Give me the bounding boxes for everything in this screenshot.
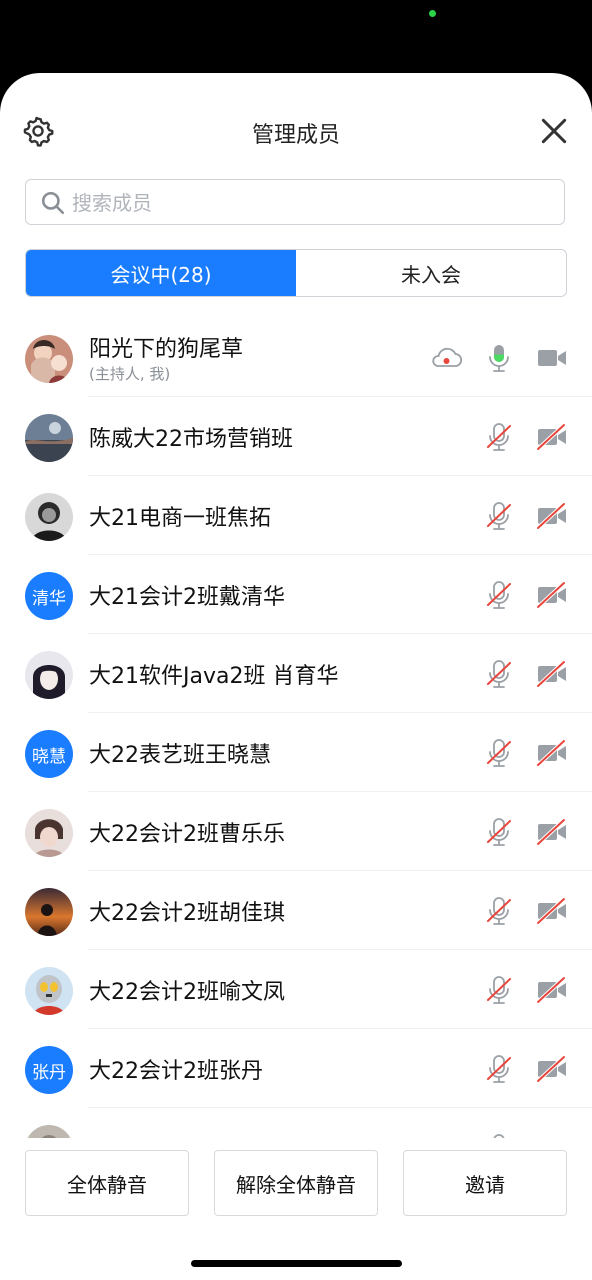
avatar [25,967,73,1015]
list-item[interactable]: 大22会计2班曹乐乐 [0,792,592,871]
cloud-recording-icon [432,347,463,367]
avatar [25,335,73,383]
mic-muted-icon[interactable] [483,579,515,611]
member-name: 大21会计2班戴清华 [89,585,285,610]
list-item[interactable]: 张丹 大22会计2班张丹 [0,1029,592,1108]
avatar [25,1125,73,1138]
avatar: 晓慧 [25,730,73,778]
list-item[interactable]: 清华 大21会计2班戴清华 [0,555,592,634]
member-name: 大22会计2班曹乐乐 [89,822,285,847]
avatar [25,809,73,857]
member-role: (主持人, 我) [89,365,171,383]
mute-all-button[interactable]: 全体静音 [25,1150,189,1216]
list-item[interactable]: 陈威大22市场营销班 [0,397,592,476]
manage-members-sheet: 管理成员 会议中(28) 未入会 阳光下的狗尾草 (主持人, 我) [0,73,592,1280]
mic-muted-icon[interactable] [483,895,515,927]
mic-muted-icon[interactable] [483,1053,515,1085]
search-box[interactable] [25,179,565,225]
list-item[interactable]: 阳光下的狗尾草 (主持人, 我) [0,318,592,397]
member-name: 大21电商一班焦拓 [89,506,271,531]
list-item[interactable]: 大21电商一班焦拓 [0,476,592,555]
list-item[interactable]: 大21软件Java2班 肖育华 [0,634,592,713]
avatar [25,651,73,699]
member-name: 大22会计2班喻文凤 [89,980,285,1005]
avatar [25,888,73,936]
mic-muted-icon[interactable] [483,816,515,848]
avatar [25,493,73,541]
list-item[interactable]: 晓慧 大22表艺班王晓慧 [0,713,592,792]
video-muted-icon[interactable] [536,737,568,769]
header: 管理成员 [0,73,592,188]
video-muted-icon[interactable] [536,1053,568,1085]
search-input[interactable] [70,186,554,220]
video-muted-icon[interactable] [536,895,568,927]
camera-indicator [429,10,436,17]
video-camera-icon[interactable] [536,342,568,374]
invite-button[interactable]: 邀请 [403,1150,567,1216]
member-list[interactable]: 阳光下的狗尾草 (主持人, 我) 陈威大22市场营销班 大21电商一班焦拓 清华… [0,318,592,1138]
member-name: 大22会计2班胡佳琪 [89,901,285,926]
member-name: 阳光下的狗尾草 [89,337,244,362]
member-name: 大21软件Java2班 肖育华 [89,664,339,689]
unmute-all-button[interactable]: 解除全体静音 [214,1150,378,1216]
mic-muted-icon[interactable] [483,974,515,1006]
video-muted-icon[interactable] [536,500,568,532]
video-muted-icon[interactable] [536,421,568,453]
mic-muted-icon[interactable] [483,500,515,532]
member-name: 陈威大22市场营销班 [89,427,293,452]
avatar: 张丹 [25,1046,73,1094]
home-indicator[interactable] [191,1260,402,1267]
mic-muted-icon[interactable] [483,421,515,453]
list-item[interactable]: 大22会计2班喻文凤 [0,950,592,1029]
page-title: 管理成员 [251,123,340,148]
tab-not-joined[interactable]: 未入会 [296,250,566,296]
video-muted-icon[interactable] [536,579,568,611]
avatar [25,414,73,462]
list-item[interactable]: 大22会计2班胡佳琪 [0,871,592,950]
mic-muted-icon[interactable] [483,737,515,769]
video-muted-icon[interactable] [536,974,568,1006]
mic-on-icon[interactable] [483,342,515,374]
member-name: 大22会计2班张丹 [89,1059,263,1084]
mic-muted-icon[interactable] [483,658,515,690]
close-icon[interactable] [538,115,570,147]
member-name: 大22表艺班王晓慧 [89,743,271,768]
video-muted-icon[interactable] [536,816,568,848]
search-icon [41,191,65,215]
list-item[interactable] [0,1108,592,1138]
tab-bar: 会议中(28) 未入会 [25,249,567,297]
video-muted-icon[interactable] [536,658,568,690]
avatar: 清华 [25,572,73,620]
footer-actions: 全体静音 解除全体静音 邀请 [0,1138,592,1280]
tab-in-meeting[interactable]: 会议中(28) [26,250,296,296]
